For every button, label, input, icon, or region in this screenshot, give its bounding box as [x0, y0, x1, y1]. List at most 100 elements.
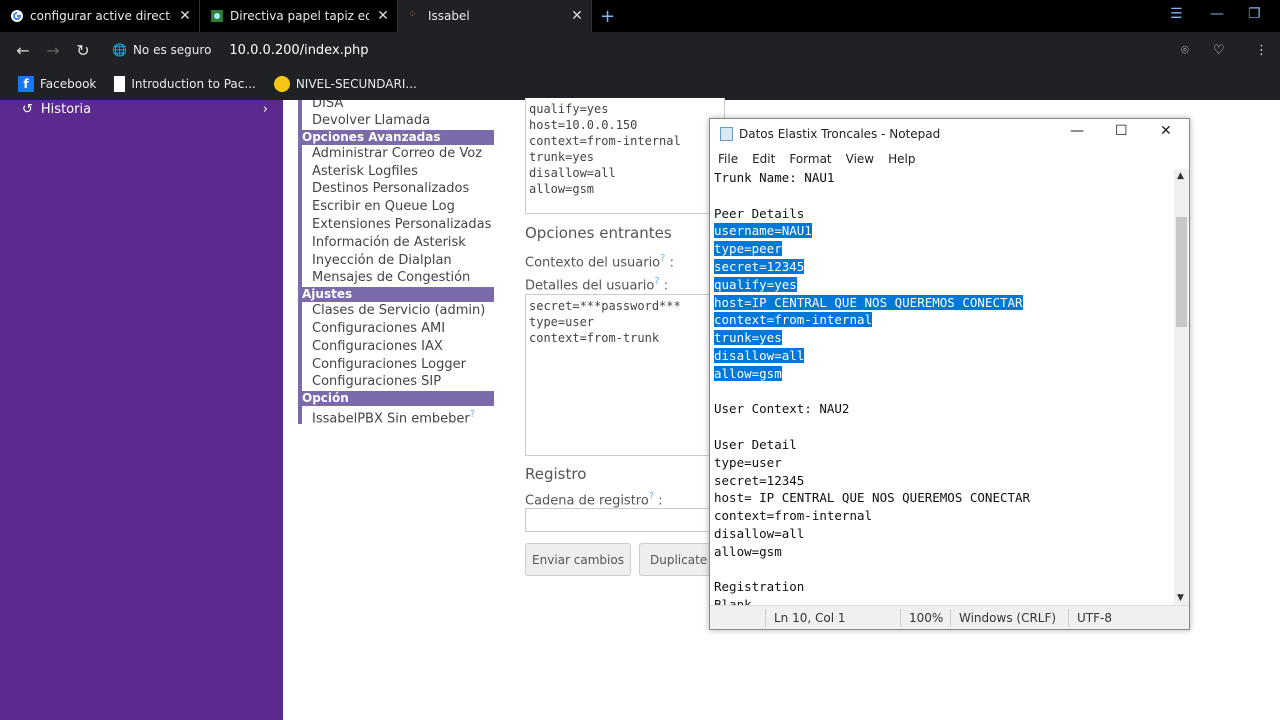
text-line: Blank: [714, 596, 1176, 605]
bookmark-facebook[interactable]: f Facebook: [18, 76, 96, 92]
registration-label: Cadena de registro? :: [525, 491, 663, 509]
line-text: type=user: [714, 454, 782, 470]
line-text: Trunk Name: NAU1: [714, 170, 835, 185]
tab-bar: configurar active directory ✕ Directiva …: [0, 0, 1280, 32]
menu-item[interactable]: Mensajes de Congestión: [298, 269, 494, 288]
text-line: username=NAU1: [714, 222, 1176, 240]
notepad-window[interactable]: Datos Elastix Troncales - Notepad — ☐ ✕ …: [709, 118, 1190, 630]
menu-format[interactable]: Format: [789, 152, 831, 166]
menu-edit[interactable]: Edit: [752, 152, 775, 166]
line-text: allow=gsm: [714, 365, 782, 381]
user-details-label: Detalles del usuario? :: [525, 276, 669, 294]
line-text: Blank: [714, 597, 752, 605]
url-text[interactable]: 10.0.0.200/index.php: [229, 43, 368, 58]
status-eol: Windows (CRLF): [950, 608, 1068, 627]
label-text: Cadena de registro: [525, 493, 649, 509]
minimize-icon[interactable]: —: [1070, 123, 1084, 139]
close-icon[interactable]: ✕: [569, 8, 585, 24]
vertical-scrollbar[interactable]: ▲ ▼: [1174, 169, 1189, 605]
text-line: host= IP CENTRAL QUE NOS QUEREMOS CONECT…: [714, 489, 1176, 507]
text-line: context=from-internal: [714, 311, 1176, 329]
menu-item[interactable]: Asterisk Logfiles: [298, 162, 494, 181]
menu-item[interactable]: Configuraciones Logger: [298, 355, 494, 374]
text-line: type=peer: [714, 240, 1176, 258]
menu-item-disa[interactable]: DISA: [298, 100, 494, 112]
window-title: Datos Elastix Troncales - Notepad: [739, 127, 941, 141]
registration-input[interactable]: [525, 508, 725, 532]
help-icon[interactable]: ?: [660, 253, 665, 264]
text-line: [714, 418, 1176, 436]
maximize-icon[interactable]: ☐: [1115, 123, 1128, 139]
close-icon[interactable]: ✕: [1160, 123, 1172, 139]
text-line: host=IP CENTRAL QUE NOS QUEREMOS CONECTA…: [714, 294, 1176, 312]
bookmark-pac[interactable]: Introduction to Pac...: [114, 76, 256, 92]
line-text: User Detail: [714, 436, 797, 452]
tab-google[interactable]: configurar active directory ✕: [0, 0, 200, 32]
text-line: qualify=yes: [714, 276, 1176, 294]
text-line: disallow=all: [714, 525, 1176, 543]
menu-item-issabelpbx[interactable]: IssabelPBX Sin embeber?: [298, 406, 494, 427]
menu-section-opcion: Opción: [298, 391, 494, 407]
minimize-icon[interactable]: —: [1210, 6, 1224, 22]
notepad-icon: [720, 127, 733, 141]
help-icon[interactable]: ?: [470, 409, 475, 420]
line-text: trunk=yes: [714, 330, 782, 346]
user-details-textarea[interactable]: secret=***password*** type=user context=…: [525, 294, 725, 456]
menu-item[interactable]: Inyección de Dialplan: [298, 251, 494, 270]
menu-section-ajustes: Ajustes: [298, 287, 494, 303]
text-line: allow=gsm: [714, 543, 1176, 561]
scroll-up-icon[interactable]: ▲: [1177, 171, 1184, 181]
sidebar-item-historia[interactable]: ↺ Historia ›: [22, 102, 268, 117]
menu-item[interactable]: Información de Asterisk: [298, 233, 494, 252]
text-line: [714, 383, 1176, 401]
bookmark-nivel[interactable]: NIVEL-SECUNDARI...: [273, 76, 417, 92]
scroll-thumb[interactable]: [1176, 217, 1187, 327]
menu-item[interactable]: Extensiones Personalizadas: [298, 215, 494, 234]
menu-view[interactable]: View: [846, 152, 874, 166]
close-icon[interactable]: ✕: [375, 8, 391, 24]
help-icon[interactable]: ?: [654, 276, 659, 287]
camera-icon[interactable]: ⌾: [1181, 43, 1189, 58]
menu-item[interactable]: Escribir en Queue Log: [298, 198, 494, 216]
tab-search-icon[interactable]: ☰: [1170, 6, 1183, 22]
tab-title: Issabel: [428, 9, 470, 23]
address-bar[interactable]: 🌐 No es seguro 10.0.0.200/index.php: [112, 43, 369, 58]
google-icon: [11, 10, 23, 22]
menu-item-devolver[interactable]: Devolver Llamada: [298, 112, 494, 130]
new-tab-button[interactable]: +: [600, 6, 615, 27]
peer-details-textarea[interactable]: qualify=yes host=10.0.0.150 context=from…: [525, 98, 725, 214]
site-icon: [273, 76, 290, 92]
submit-button[interactable]: Enviar cambios: [525, 543, 631, 576]
menu-item[interactable]: Configuraciones AMI: [298, 319, 494, 338]
heart-icon[interactable]: ♡: [1213, 43, 1225, 58]
forward-icon[interactable]: →: [38, 41, 68, 60]
line-text: type=peer: [714, 241, 782, 257]
menu-item[interactable]: Clases de Servicio (admin): [298, 302, 494, 320]
text-line: [714, 187, 1176, 205]
registration-header: Registro: [525, 465, 587, 483]
text-line: Trunk Name: NAU1: [714, 169, 1176, 187]
menu-item[interactable]: Destinos Personalizados: [298, 180, 494, 199]
tab-directiva[interactable]: Directiva papel tapiz equip ✕: [200, 0, 398, 32]
menu-item[interactable]: Configuraciones IAX: [298, 337, 494, 356]
notepad-menubar: File Edit Format View Help: [710, 149, 1189, 169]
reload-icon[interactable]: ↻: [68, 41, 98, 60]
scroll-down-icon[interactable]: ▼: [1177, 593, 1184, 603]
menu-item-label: IssabelPBX Sin embeber: [312, 411, 470, 427]
line-text: Peer Details: [714, 205, 805, 221]
more-icon[interactable]: ⋮: [1255, 43, 1268, 58]
browser-toolbar: ← → ↻ 🌐 No es seguro 10.0.0.200/index.ph…: [0, 32, 1280, 68]
menu-file[interactable]: File: [718, 152, 738, 166]
user-context-label: Contexto del usuario? :: [525, 253, 674, 271]
tab-issabel[interactable]: ⁘ Issabel ✕: [398, 0, 592, 32]
menu-item[interactable]: Configuraciones SIP: [298, 373, 494, 392]
menu-item[interactable]: Administrar Correo de Voz: [298, 144, 494, 163]
restore-icon[interactable]: ❐: [1248, 6, 1261, 22]
help-icon[interactable]: ?: [649, 491, 654, 502]
close-icon[interactable]: ✕: [177, 8, 193, 24]
menu-help[interactable]: Help: [888, 152, 915, 166]
back-icon[interactable]: ←: [8, 41, 38, 60]
menu-section-avanzadas: Opciones Avanzadas: [298, 129, 494, 145]
line-text: secret=12345: [714, 472, 805, 488]
notepad-text-area[interactable]: Trunk Name: NAU1 Peer Details username=NAU…: [710, 169, 1176, 605]
